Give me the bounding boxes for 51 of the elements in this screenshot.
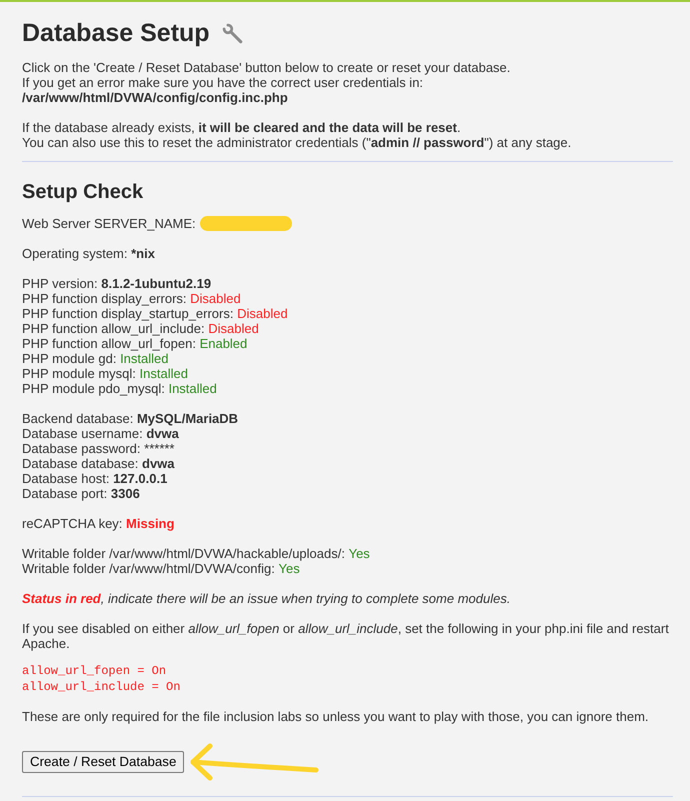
check-value: 8.1.2-1ubuntu2.19 (101, 276, 212, 291)
credentials-text: You can also use this to reset the administrator credentials ("admin // password") at any stage. (22, 135, 572, 150)
warning-text: If the database already exists, it will be cleared and the data will be reset. (22, 120, 462, 135)
check-label: Database port: (22, 486, 108, 501)
config-path: /var/www/html/DVWA/config/config.inc.php (22, 90, 289, 105)
check-value: ****** (144, 441, 174, 456)
check-label: PHP function allow_url_include: (22, 321, 205, 336)
check-label: Web Server SERVER_NAME: (22, 216, 196, 231)
page-title: Database Setup (22, 18, 210, 48)
check-label: PHP version: (22, 276, 98, 291)
code-line: allow_url_include = On (22, 679, 182, 695)
check-value: Disabled (237, 306, 288, 321)
check-label: PHP module gd: (22, 351, 116, 366)
check-label: Database username: (22, 426, 143, 441)
check-value: dvwa (146, 426, 179, 441)
check-value: Yes (348, 546, 370, 561)
check-label: Database password: (22, 441, 141, 456)
check-value: Installed (120, 351, 168, 366)
check-label: reCAPTCHA key: (22, 516, 122, 531)
check-value: Disabled (208, 321, 259, 336)
intro-text: If you get an error make sure you have the correct user credentials in: (22, 75, 424, 90)
instructions-text: If you see disabled on either allow_url_fopen or allow_url_include, set the following in your php.ini file and restart Apache. (22, 621, 670, 651)
check-value: Missing (126, 516, 174, 531)
check-label: Writable folder /var/www/html/DVWA/config: (22, 561, 275, 576)
create-reset-button[interactable]: Create / Reset Database (22, 751, 184, 773)
check-value: *nix (131, 246, 155, 261)
note-text: These are only required for the file inclusion labs so unless you want to play with those, you can ignore them. (22, 709, 650, 724)
code-line: allow_url_fopen = On (22, 663, 168, 679)
check-value: Installed (168, 381, 217, 396)
check-value: Disabled (190, 291, 241, 306)
intro-text: Click on the 'Create / Reset Database' button below to create or reset your database. (22, 60, 512, 75)
check-value: 127.0.0.1 (113, 471, 168, 486)
check-value: Installed (140, 366, 188, 381)
check-value: Yes (278, 561, 300, 576)
check-label: Writable folder /var/www/html/DVWA/hackable/uploads/: (22, 546, 345, 561)
check-label: Database database: (22, 456, 138, 471)
check-value: Enabled (200, 336, 248, 351)
check-value: dvwa (142, 456, 175, 471)
check-label: PHP function display_errors: (22, 291, 187, 306)
check-label: Database host: (22, 471, 110, 486)
status-note: Status in red, indicate there will be an issue when trying to complete some modules. (22, 591, 512, 606)
check-label: PHP function display_startup_errors: (22, 306, 234, 321)
check-label: Backend database: (22, 411, 134, 426)
wrench-icon (222, 22, 243, 44)
check-label: Operating system: (22, 246, 128, 261)
check-value: MySQL/MariaDB (136, 411, 238, 426)
check-value: 3306 (110, 486, 140, 501)
check-label: PHP module mysql: (22, 366, 136, 381)
section-title: Setup Check (22, 180, 144, 204)
check-label: PHP function allow_url_fopen: (22, 336, 196, 351)
check-label: PHP module pdo_mysql: (22, 381, 165, 396)
